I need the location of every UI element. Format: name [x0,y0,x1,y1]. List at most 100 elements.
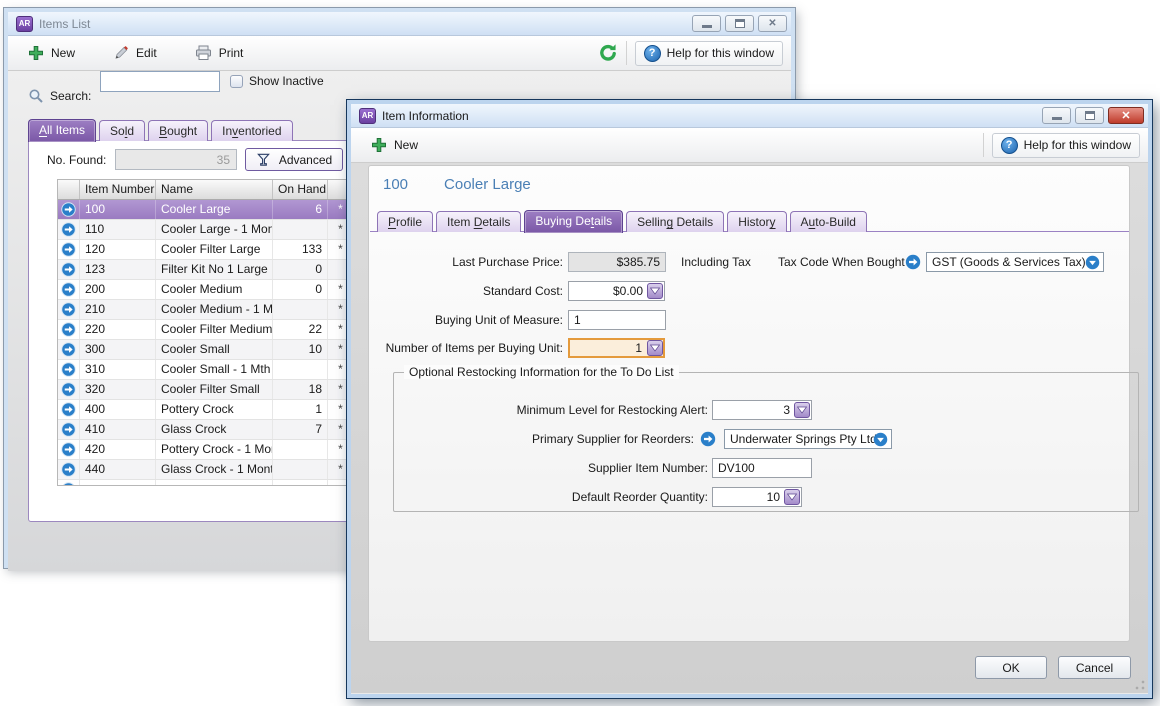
primary-supplier-combo[interactable]: Underwater Springs Pty Ltd [724,429,892,449]
item-row-300[interactable]: 300 Cooler Small 10 * [58,340,353,360]
min-level-spinner-icon[interactable] [794,402,810,418]
cell-name: Filter Kit No 1 Large [156,260,273,279]
close-button[interactable]: ✕ [758,15,787,32]
items-list-toolbar: New Edit Print ? Help for this window [8,36,791,71]
search-input[interactable] [100,71,220,92]
tab-profile[interactable]: Profile [377,211,434,232]
row-zoom-arrow-icon[interactable] [58,300,80,319]
reorder-quantity-spinner-icon[interactable] [784,489,800,505]
edit-button[interactable]: Edit [103,41,167,65]
show-inactive-checkbox[interactable] [230,75,243,88]
print-label: Print [218,46,244,60]
standard-cost-field[interactable]: $0.00 [568,281,665,301]
row-zoom-arrow-icon[interactable] [58,320,80,339]
help-button[interactable]: ? Help for this window [634,40,783,66]
cell-on-hand: 1 [273,400,328,419]
item-row-440[interactable]: 440Glass Crock - 1 Month R* [58,460,353,480]
item-name-heading: Cooler Large [444,176,531,193]
advanced-button[interactable]: Advanced [245,148,343,171]
cell-on-hand: 133 [273,240,328,259]
tab-all-items[interactable]: All Items [28,119,97,142]
tab-selling-details[interactable]: Selling Details [626,211,725,232]
cell-item-number: 300 [80,340,156,359]
item-row-220[interactable]: 220 Cooler Filter Medium 22 * [58,320,353,340]
minimize-button[interactable] [1042,107,1071,124]
standard-cost-spinner-icon[interactable] [647,283,663,299]
new-button[interactable]: New [18,41,85,65]
primary-supplier-dropdown-icon[interactable] [873,432,888,447]
tab-bought[interactable]: Bought [148,120,209,141]
row-zoom-arrow-icon[interactable] [58,260,80,279]
row-zoom-arrow-icon[interactable] [58,280,80,299]
buying-unit-field[interactable]: 1 [568,310,666,330]
maximize-button[interactable] [1075,107,1104,124]
print-button[interactable]: Print [185,41,254,65]
close-button[interactable]: ✕ [1108,107,1144,124]
header-blank [58,180,80,199]
item-row-420[interactable]: 420 Pottery Crock - 1 Montl * [58,440,353,460]
cancel-button[interactable]: Cancel [1058,656,1131,679]
reorder-quantity-field[interactable]: 10 [712,487,802,507]
min-level-field[interactable]: 3 [712,400,812,420]
cell-name: Cooler Filter Small [156,380,273,399]
tax-code-combo[interactable]: GST (Goods & Services Tax) [926,252,1104,272]
item-row-100[interactable]: 100 Cooler Large 6 * [58,200,353,220]
row-zoom-arrow-icon[interactable] [58,340,80,359]
supplier-item-number-field[interactable]: DV100 [712,458,812,478]
items-per-unit-field[interactable]: 1 [568,338,665,358]
tab-auto-build[interactable]: Auto-Build [789,211,867,232]
item-row-110[interactable]: 110 Cooler Large - 1 Month * [58,220,353,240]
item-row-400[interactable]: 400 Pottery Crock 1 * [58,400,353,420]
item-row-310[interactable]: 310Cooler Small - 1 Mth Rer* [58,360,353,380]
cell-name [156,480,273,485]
minimize-button[interactable] [692,15,721,32]
window-title: Item Information [382,108,469,123]
header-name[interactable]: Name [156,180,273,199]
tab-sold[interactable]: Sold [99,120,146,141]
tab-item-details[interactable]: Item Details [436,211,522,232]
row-zoom-arrow-icon[interactable] [58,220,80,239]
help-button[interactable]: ? Help for this window [991,132,1140,158]
tab-history[interactable]: History [727,211,787,232]
cell-on-hand [273,220,328,239]
row-zoom-arrow-icon[interactable] [58,360,80,379]
tab-buying-details[interactable]: Buying Details [524,210,624,233]
item-row-123[interactable]: 123 Filter Kit No 1 Large 0 [58,260,353,280]
item-row-200[interactable]: 200 Cooler Medium 0 * [58,280,353,300]
cell-item-number: 420 [80,440,156,459]
buying-unit-label: Buying Unit of Measure: [434,313,563,327]
resize-grip[interactable] [1135,680,1145,690]
tax-code-dropdown-icon[interactable] [1085,255,1100,270]
item-heading: 100 Cooler Large [383,176,531,193]
item-row-210[interactable]: 210Cooler Medium - 1 Mont* [58,300,353,320]
item-row-410[interactable]: 410 Glass Crock 7 * [58,420,353,440]
ok-button[interactable]: OK [975,656,1047,679]
item-number-heading: 100 [383,176,409,193]
restocking-group-title: Optional Restocking Information for the … [404,365,679,379]
header-on-hand[interactable]: On Hand [273,180,328,199]
header-item-number[interactable]: Item Number [80,180,156,199]
items-per-unit-label: Number of Items per Buying Unit: [385,341,563,355]
item-row-120[interactable]: 120 Cooler Filter Large 133 * [58,240,353,260]
tab-inventoried[interactable]: Inventoried [211,120,293,141]
search-icon [28,88,44,104]
item-info-titlebar[interactable]: AR Item Information ✕ [351,104,1148,128]
items-per-unit-spinner-icon[interactable] [647,340,663,356]
row-zoom-arrow-icon[interactable] [58,400,80,419]
tax-code-zoom-arrow-icon[interactable] [905,254,921,270]
row-zoom-arrow-icon[interactable] [58,420,80,439]
maximize-button[interactable] [725,15,754,32]
row-zoom-arrow-icon[interactable] [58,380,80,399]
item-row-partial[interactable] [58,480,353,485]
row-zoom-arrow-icon[interactable] [58,440,80,459]
row-zoom-arrow-icon[interactable] [58,240,80,259]
items-list-titlebar[interactable]: AR Items List ✕ [8,12,791,36]
plus-icon [371,137,387,153]
new-button[interactable]: New [361,133,428,157]
supplier-zoom-arrow-icon[interactable] [700,431,716,447]
item-row-320[interactable]: 320 Cooler Filter Small 18 * [58,380,353,400]
row-zoom-arrow-icon[interactable] [58,200,80,219]
row-zoom-arrow-icon[interactable] [58,480,80,485]
row-zoom-arrow-icon[interactable] [58,460,80,479]
refresh-icon[interactable] [598,43,618,63]
